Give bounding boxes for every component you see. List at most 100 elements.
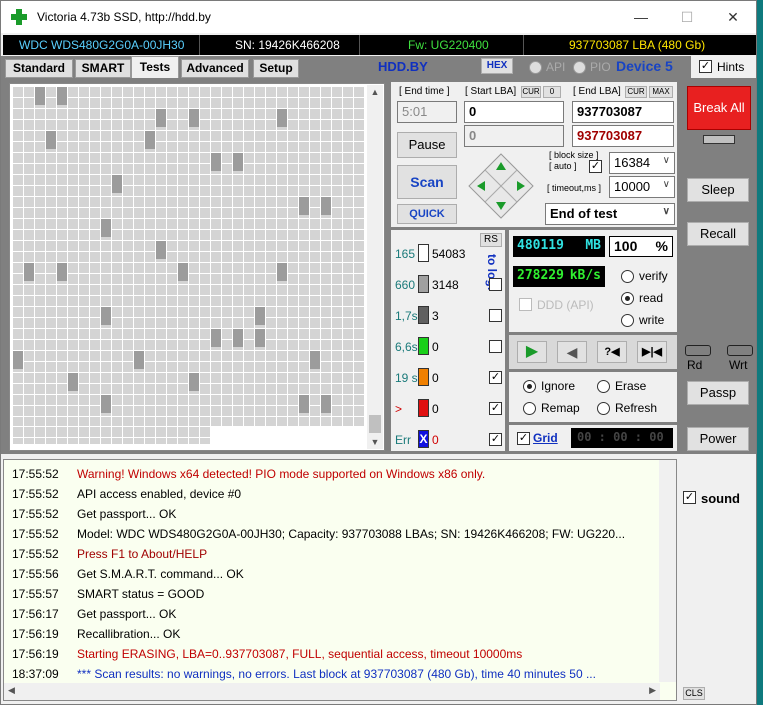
scroll-right-icon[interactable]: ▶ xyxy=(649,685,656,696)
scroll-down-icon[interactable]: ▼ xyxy=(367,435,383,449)
scan-button[interactable]: Scan xyxy=(397,165,457,199)
mb-counter: 480119 MB xyxy=(513,236,605,257)
sound-checkbox[interactable]: ✓ xyxy=(683,491,696,504)
to-log-checkbox[interactable] xyxy=(489,278,502,291)
log-message: *** Scan results: no warnings, no errors… xyxy=(77,667,596,681)
hex-button[interactable]: HEX xyxy=(481,58,513,74)
log-vscroll[interactable] xyxy=(659,460,676,682)
power-button[interactable]: Power xyxy=(687,427,749,451)
log-entry: 17:56:19 Recallibration... OK xyxy=(12,624,180,644)
recall-button[interactable]: Recall xyxy=(687,222,749,246)
log-time: 17:55:52 xyxy=(12,487,59,501)
to-log-checkbox[interactable]: ✓ xyxy=(489,402,502,415)
erase-label: Erase xyxy=(615,379,647,393)
timeout-label: [ timeout,ms ] xyxy=(547,183,602,193)
hddby-link[interactable]: HDD.BY xyxy=(378,59,428,74)
drive-capacity: 937703087 LBA (480 Gb) xyxy=(569,38,706,52)
grid-scrollbar[interactable]: ▲ ▼ xyxy=(367,85,383,449)
help-step-button[interactable]: ?◀ xyxy=(597,341,627,363)
stat-count: 0 xyxy=(432,433,439,447)
scroll-left-icon[interactable]: ◀ xyxy=(8,685,15,696)
tab-tests[interactable]: Tests xyxy=(131,56,179,78)
passp-button[interactable]: Passp xyxy=(687,381,749,405)
quick-button[interactable]: QUICK xyxy=(397,204,457,224)
skip-button[interactable]: ▶|◀ xyxy=(637,341,667,363)
log-entry: 17:56:17 Get passport... OK xyxy=(12,604,176,624)
slow-block xyxy=(321,197,331,215)
start-cur-button[interactable]: CUR xyxy=(521,86,541,98)
ddd-checkbox[interactable] xyxy=(519,298,532,311)
scroll-up-icon[interactable]: ▲ xyxy=(367,85,383,99)
hints-label: Hints xyxy=(717,60,745,74)
verify-label: verify xyxy=(639,269,668,283)
slow-block xyxy=(145,131,155,149)
end-max-button[interactable]: MAX xyxy=(649,86,673,98)
write-radio[interactable] xyxy=(621,314,634,327)
log-entry: 17:55:52 Press F1 to About/HELP xyxy=(12,544,207,564)
end-cur-button[interactable]: CUR xyxy=(625,86,647,98)
verify-radio[interactable] xyxy=(621,270,634,283)
play-button[interactable]: ▶ xyxy=(517,341,547,363)
hints-checkbox[interactable]: ✓ xyxy=(699,60,712,73)
direction-pad[interactable] xyxy=(467,152,535,220)
to-log-checkbox[interactable]: ✓ xyxy=(489,433,502,446)
auto-checkbox[interactable]: ✓ xyxy=(589,160,602,173)
remap-radio[interactable] xyxy=(523,402,536,415)
rs-button[interactable]: RS xyxy=(480,233,502,247)
slow-block xyxy=(68,373,78,391)
drive-model: WDC WDS480G2G0A-00JH30 xyxy=(19,38,185,52)
start-lba-field[interactable]: 0 xyxy=(464,101,564,123)
to-log-checkbox[interactable] xyxy=(489,309,502,322)
device-label[interactable]: Device 5 xyxy=(616,58,673,74)
rewind-button[interactable]: ◀ xyxy=(557,341,587,363)
to-log-checkbox[interactable]: ✓ xyxy=(489,371,502,384)
rd-label: Rd xyxy=(687,358,703,372)
pio-radio[interactable] xyxy=(573,61,586,74)
minimize-button[interactable]: — xyxy=(618,1,664,33)
write-label: write xyxy=(639,313,665,327)
ignore-radio[interactable] xyxy=(523,380,536,393)
erase-radio[interactable] xyxy=(597,380,610,393)
log-message: SMART status = GOOD xyxy=(77,587,205,601)
log-message: API access enabled, device #0 xyxy=(77,487,242,501)
close-button[interactable]: ✕ xyxy=(710,1,756,33)
sleep-button[interactable]: Sleep xyxy=(687,178,749,202)
scroll-thumb[interactable] xyxy=(369,415,381,433)
pause-button[interactable]: Pause xyxy=(397,132,457,158)
slow-block xyxy=(310,351,320,369)
end-action-select[interactable]: End of test ∨ xyxy=(545,203,675,225)
sound-panel: ✓ sound CLS xyxy=(681,456,756,704)
stat-color-box xyxy=(418,306,429,324)
slow-block xyxy=(189,109,199,127)
end-lba-field[interactable]: 937703087 xyxy=(572,101,674,123)
maximize-button[interactable]: ☐ xyxy=(664,1,710,33)
mb-value: 480119 xyxy=(517,238,564,253)
grid-checkbox[interactable]: ✓ xyxy=(517,432,530,445)
chevron-down-icon: ∨ xyxy=(662,206,670,217)
log-entry: 17:56:19 Starting ERASING, LBA=0..9377030… xyxy=(12,644,522,664)
log-entry: 17:55:56 Get S.M.A.R.T. command... OK xyxy=(12,564,244,584)
log-time: 17:56:17 xyxy=(12,607,59,621)
end-time-label: [ End time ] xyxy=(399,86,450,97)
log-hscroll[interactable]: ◀ ▶ xyxy=(4,683,660,700)
read-radio[interactable] xyxy=(621,292,634,305)
block-size-select[interactable]: 16384 ∨ xyxy=(609,152,675,174)
tab-advanced[interactable]: Advanced xyxy=(181,59,249,78)
break-all-button[interactable]: Break All xyxy=(687,86,751,130)
log-time: 17:55:52 xyxy=(12,467,59,481)
to-log-checkbox[interactable] xyxy=(489,340,502,353)
slow-block xyxy=(57,87,67,105)
auto-label: [ auto ] xyxy=(549,161,577,171)
timeout-select[interactable]: 10000 ∨ xyxy=(609,176,675,198)
start-zero-button[interactable]: 0 xyxy=(543,86,561,98)
cls-button[interactable]: CLS xyxy=(683,687,705,700)
api-radio[interactable] xyxy=(529,61,542,74)
tab-smart[interactable]: SMART xyxy=(75,59,131,78)
timer-display: 00 : 00 : 00 xyxy=(571,428,673,448)
tab-standard[interactable]: Standard xyxy=(5,59,73,78)
tab-setup[interactable]: Setup xyxy=(253,59,299,78)
percent-display: 100% xyxy=(609,236,673,257)
end-time-field[interactable]: 5:01 xyxy=(397,101,457,123)
refresh-radio[interactable] xyxy=(597,402,610,415)
grid-label: Grid xyxy=(533,431,558,445)
